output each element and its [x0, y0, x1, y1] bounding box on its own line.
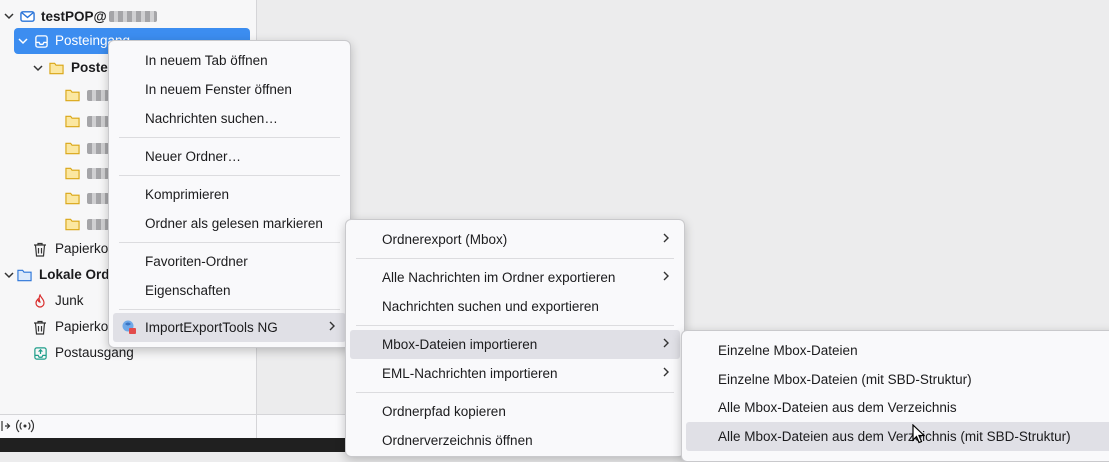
menu-item-label: Favoriten-Ordner	[145, 254, 248, 269]
chevron-right-icon	[662, 270, 670, 285]
importexport-submenu: Ordnerexport (Mbox) Alle Nachrichten im …	[345, 219, 685, 457]
redacted-folder-name	[87, 219, 109, 230]
menu-favorite-folder[interactable]: Favoriten-Ordner	[113, 247, 346, 276]
folder-icon	[64, 140, 80, 156]
menu-item-label: Einzelne Mbox-Dateien (mit SBD-Struktur)	[718, 372, 972, 387]
menu-import-eml[interactable]: EML-Nachrichten importieren	[350, 359, 680, 388]
chevron-down-icon[interactable]	[3, 10, 15, 22]
folder-icon	[48, 60, 64, 76]
menu-separator	[119, 175, 340, 176]
redacted-folder-name	[87, 193, 109, 204]
menu-separator	[119, 309, 340, 310]
menu-single-mbox-sbd[interactable]: Einzelne Mbox-Dateien (mit SBD-Struktur)	[686, 365, 1109, 394]
menu-item-label: Einzelne Mbox-Dateien	[718, 343, 858, 358]
menu-properties[interactable]: Eigenschaften	[113, 276, 346, 305]
chevron-down-icon[interactable]	[32, 62, 44, 74]
chevron-down-icon[interactable]	[17, 35, 29, 47]
chevron-right-icon	[662, 337, 670, 352]
menu-item-label: Alle Mbox-Dateien aus dem Verzeichnis	[718, 400, 957, 415]
trash-icon	[32, 319, 48, 335]
mbox-import-submenu: Einzelne Mbox-Dateien Einzelne Mbox-Date…	[681, 330, 1109, 462]
mail-account-icon	[19, 8, 35, 24]
menu-compact[interactable]: Komprimieren	[113, 180, 346, 209]
menu-item-label: ImportExportTools NG	[145, 320, 278, 335]
inbox-icon	[33, 33, 49, 49]
menu-item-label: Nachrichten suchen und exportieren	[382, 299, 599, 314]
junk-fire-icon	[32, 293, 48, 309]
folder-icon	[64, 190, 80, 206]
chevron-right-icon	[662, 232, 670, 247]
menu-mark-folder-read[interactable]: Ordner als gelesen markieren	[113, 209, 346, 238]
menu-item-label: Ordnerexport (Mbox)	[382, 232, 508, 247]
account-row[interactable]: testPOP@	[0, 3, 256, 29]
menu-search-messages[interactable]: Nachrichten suchen…	[113, 104, 346, 133]
menu-separator	[356, 325, 674, 326]
menu-item-label: Ordnerverzeichnis öffnen	[382, 433, 533, 448]
redacted-folder-name	[87, 168, 109, 179]
menu-open-new-tab[interactable]: In neuem Tab öffnen	[113, 46, 346, 75]
status-divider	[256, 415, 257, 439]
outbox-icon	[32, 345, 48, 361]
menu-single-mbox[interactable]: Einzelne Mbox-Dateien	[686, 336, 1109, 365]
menu-item-label: Neuer Ordner…	[145, 149, 242, 164]
menu-separator	[356, 258, 674, 259]
chevron-right-icon	[662, 366, 670, 381]
menu-item-label: In neuem Fenster öffnen	[145, 82, 292, 97]
menu-export-all-messages[interactable]: Alle Nachrichten im Ordner exportieren	[350, 263, 680, 292]
menu-item-label: Nachrichten suchen…	[145, 111, 278, 126]
chevron-right-icon	[328, 320, 336, 335]
account-name: testPOP@	[41, 8, 107, 24]
online-status-icon[interactable]	[15, 419, 35, 436]
menu-item-label: Komprimieren	[145, 187, 230, 202]
folder-icon	[64, 216, 80, 232]
redacted-folder-name	[87, 116, 109, 127]
menu-new-folder[interactable]: Neuer Ordner…	[113, 142, 346, 171]
menu-item-label: Ordner als gelesen markieren	[145, 216, 323, 231]
menu-all-mbox-dir[interactable]: Alle Mbox-Dateien aus dem Verzeichnis	[686, 393, 1109, 422]
menu-item-label: Mbox-Dateien importieren	[382, 337, 538, 352]
redacted-folder-name	[87, 143, 109, 154]
collapse-pane-icon[interactable]	[1, 420, 11, 435]
menu-item-label: Ordnerpfad kopieren	[382, 404, 506, 419]
menu-item-label: EML-Nachrichten importieren	[382, 366, 558, 381]
mouse-cursor-icon	[912, 423, 926, 447]
menu-item-label: Eigenschaften	[145, 283, 231, 298]
menu-open-new-window[interactable]: In neuem Fenster öffnen	[113, 75, 346, 104]
menu-import-mbox[interactable]: Mbox-Dateien importieren	[350, 330, 680, 359]
redacted-folder-name	[87, 90, 109, 101]
chevron-down-icon[interactable]	[3, 269, 15, 281]
folder-icon	[64, 113, 80, 129]
folder-icon	[64, 87, 80, 103]
menu-item-label: Alle Nachrichten im Ordner exportieren	[382, 270, 616, 285]
menu-importexporttools[interactable]: ImportExportTools NG	[113, 313, 346, 342]
addon-icon	[121, 319, 137, 338]
menu-item-label: In neuem Tab öffnen	[145, 53, 268, 68]
menu-separator	[119, 137, 340, 138]
folder-label: Junk	[55, 293, 84, 308]
menu-separator	[356, 392, 674, 393]
folder-context-menu: In neuem Tab öffnen In neuem Fenster öff…	[108, 40, 351, 348]
menu-all-mbox-dir-sbd[interactable]: Alle Mbox-Dateien aus dem Verzeichnis (m…	[686, 422, 1109, 451]
redacted-email-domain	[108, 10, 157, 22]
menu-item-label: Alle Mbox-Dateien aus dem Verzeichnis (m…	[718, 429, 1071, 444]
menu-search-and-export[interactable]: Nachrichten suchen und exportieren	[350, 292, 680, 321]
menu-folder-export-mbox[interactable]: Ordnerexport (Mbox)	[350, 225, 680, 254]
menu-copy-folder-path[interactable]: Ordnerpfad kopieren	[350, 397, 680, 426]
menu-separator	[119, 242, 340, 243]
folder-icon	[64, 165, 80, 181]
local-folders-icon	[16, 267, 32, 283]
menu-open-folder-directory[interactable]: Ordnerverzeichnis öffnen	[350, 426, 680, 455]
trash-icon	[32, 241, 48, 257]
